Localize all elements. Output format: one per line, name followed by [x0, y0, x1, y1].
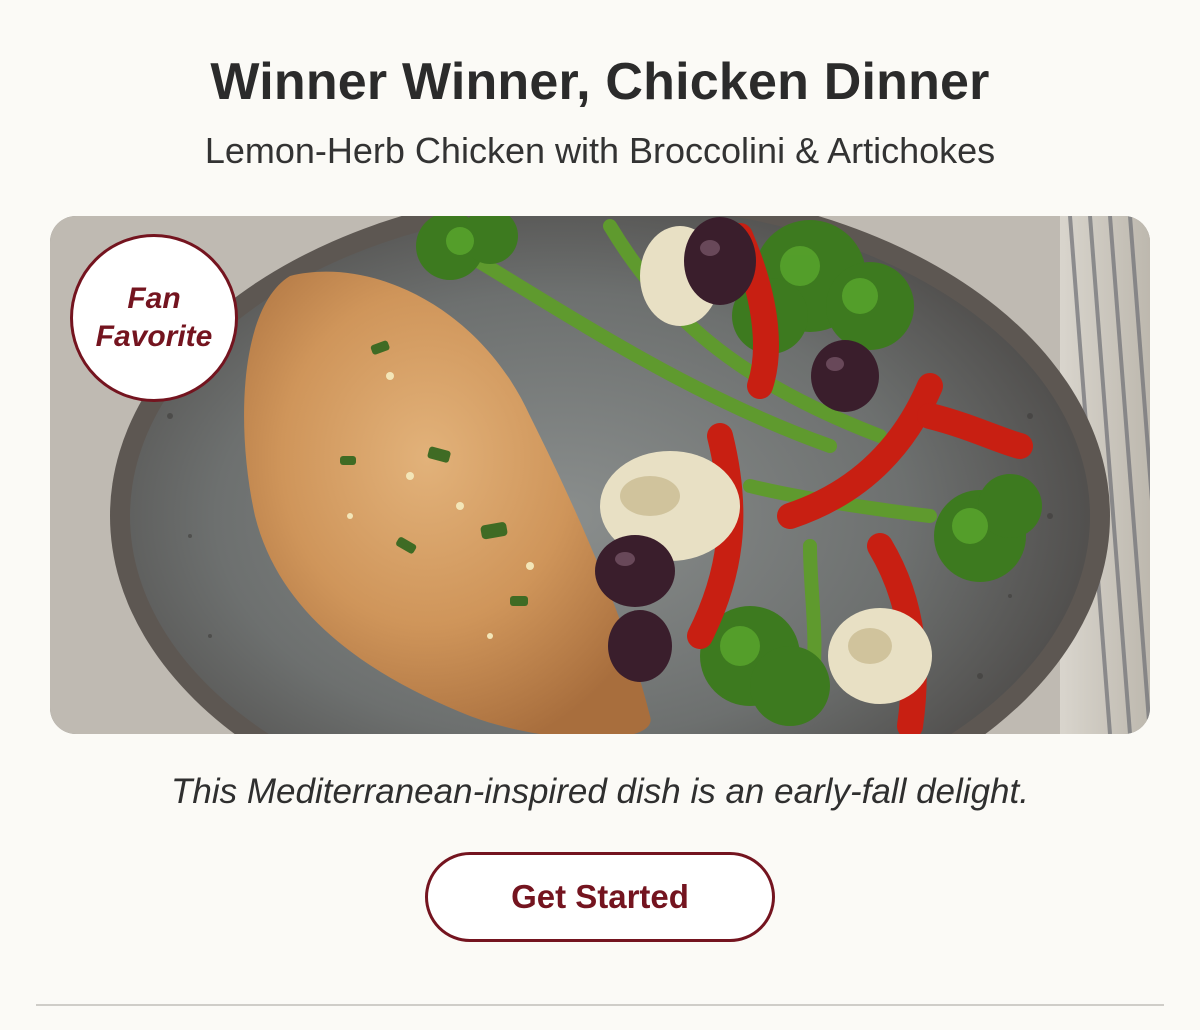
- section-divider: [36, 1004, 1164, 1006]
- badge-line-2: Favorite: [95, 320, 213, 353]
- dish-description: This Mediterranean-inspired dish is an e…: [171, 772, 1029, 811]
- recipe-name: Lemon-Herb Chicken with Broccolini & Art…: [204, 130, 996, 171]
- headline: Winner Winner, Chicken Dinner: [210, 53, 990, 111]
- badge-line-1: Fan: [127, 282, 181, 315]
- get-started-button[interactable]: Get Started: [425, 852, 775, 942]
- fan-favorite-badge: Fan Favorite: [70, 234, 238, 402]
